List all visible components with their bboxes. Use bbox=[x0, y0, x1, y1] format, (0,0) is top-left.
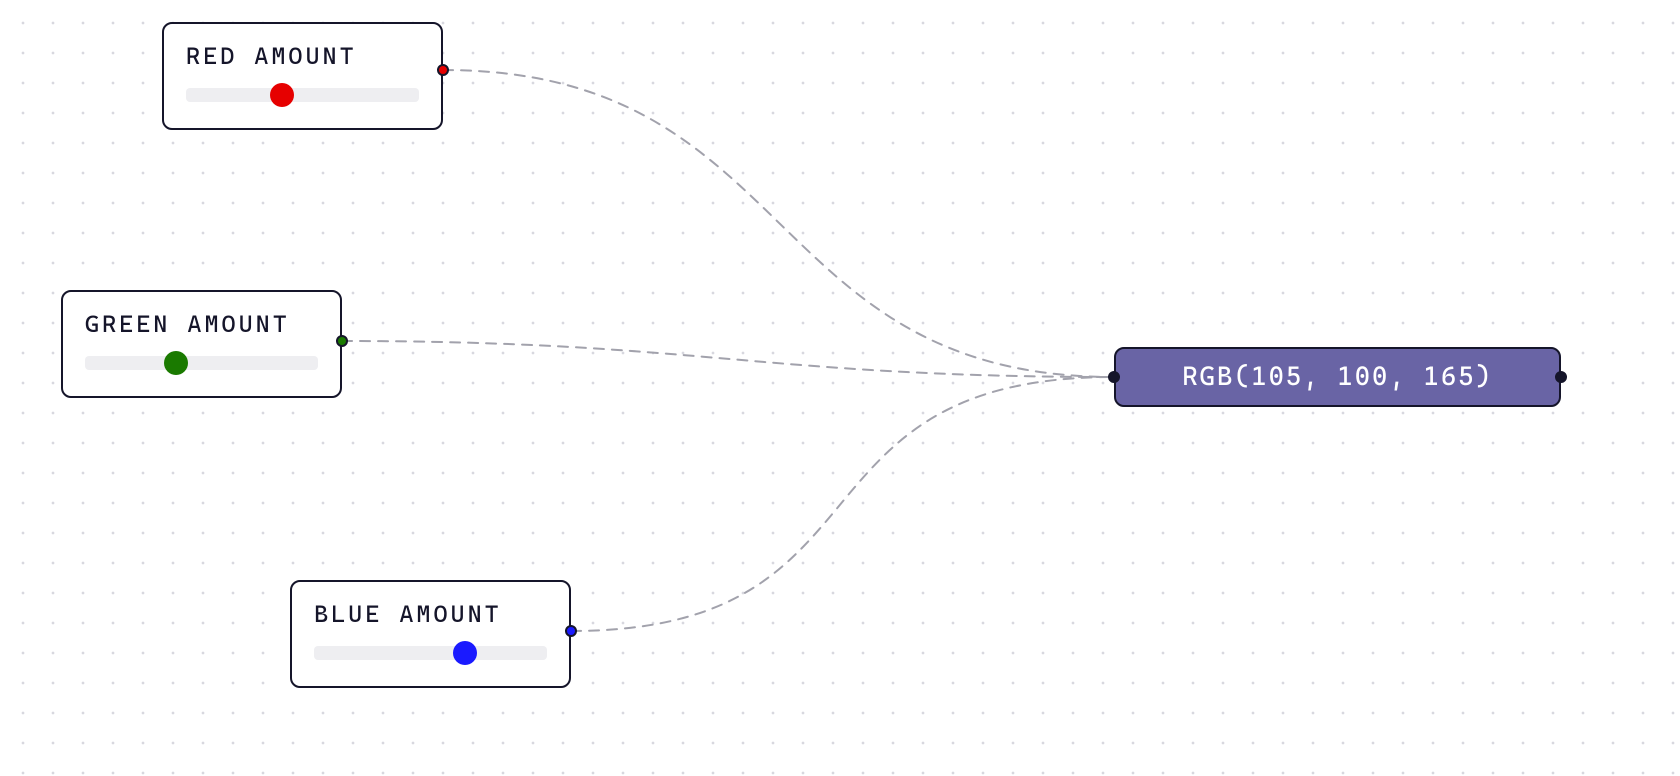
slider-thumb-green[interactable] bbox=[164, 351, 188, 375]
node-blue-title: BLUE AMOUNT bbox=[314, 600, 547, 628]
node-green[interactable]: GREEN AMOUNT bbox=[61, 290, 342, 398]
node-red-title: RED AMOUNT bbox=[186, 42, 419, 70]
slider-red[interactable] bbox=[186, 88, 419, 102]
node-green-title: GREEN AMOUNT bbox=[85, 310, 318, 338]
node-red[interactable]: RED AMOUNT bbox=[162, 22, 443, 130]
node-editor-canvas[interactable]: RED AMOUNT GREEN AMOUNT BLUE AMOUNT RGB(… bbox=[0, 0, 1680, 776]
edge-green-to-mixer[interactable] bbox=[342, 341, 1114, 377]
edge-red-to-mixer[interactable] bbox=[443, 70, 1114, 377]
node-blue[interactable]: BLUE AMOUNT bbox=[290, 580, 571, 688]
edge-blue-to-mixer[interactable] bbox=[571, 377, 1114, 631]
node-output-color[interactable]: RGB(105, 100, 165) bbox=[1114, 347, 1561, 407]
slider-blue[interactable] bbox=[314, 646, 547, 660]
slider-green[interactable] bbox=[85, 356, 318, 370]
handle-mixer-input[interactable] bbox=[1108, 371, 1120, 383]
handle-blue-output[interactable] bbox=[565, 625, 577, 637]
slider-thumb-red[interactable] bbox=[270, 83, 294, 107]
handle-green-output[interactable] bbox=[336, 335, 348, 347]
handle-red-output[interactable] bbox=[437, 64, 449, 76]
slider-thumb-blue[interactable] bbox=[453, 641, 477, 665]
output-color-label: RGB(105, 100, 165) bbox=[1182, 362, 1492, 392]
handle-mixer-output[interactable] bbox=[1555, 371, 1567, 383]
